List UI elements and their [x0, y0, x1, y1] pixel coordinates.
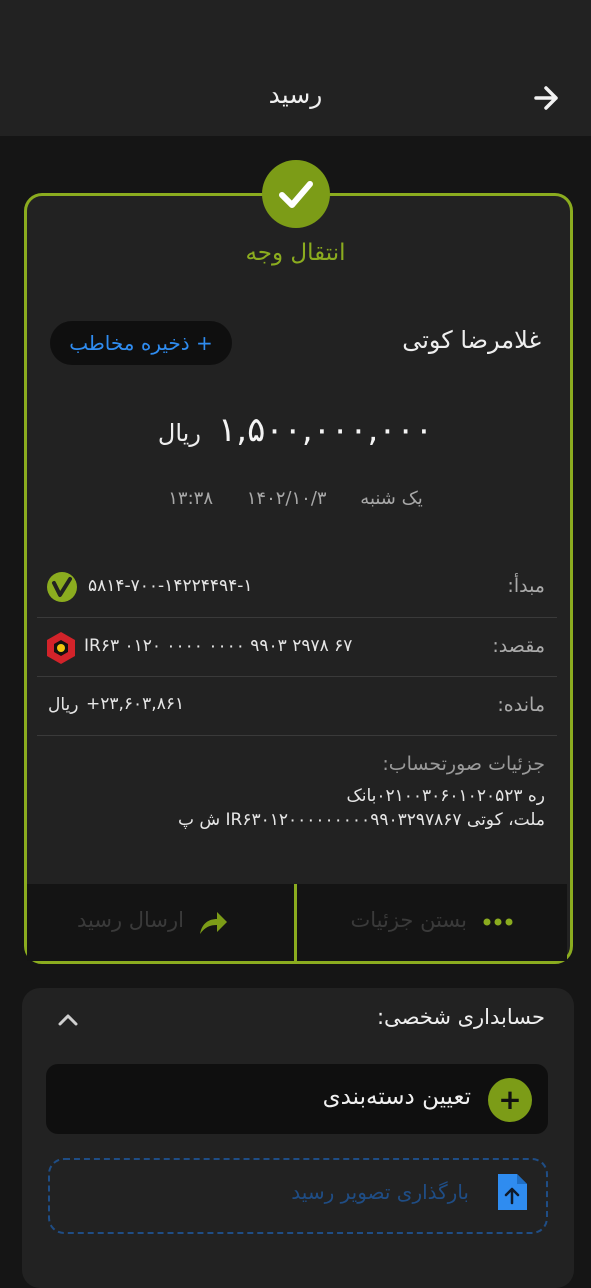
- chevron-up-icon[interactable]: [55, 1008, 81, 1030]
- day-of-week: یک شنبه: [360, 488, 423, 509]
- destination-label: مقصد:: [492, 635, 545, 657]
- amount-unit: ریال: [157, 419, 201, 447]
- source-label: مبدأ:: [507, 575, 545, 597]
- more-dots-icon: [483, 918, 513, 926]
- destination-bank-logo-icon: [47, 632, 75, 664]
- plus-icon: +: [488, 1078, 532, 1122]
- personal-accounting-title: حسابداری شخصی:: [376, 1005, 545, 1029]
- set-category-label: تعیین دسته‌بندی: [322, 1084, 471, 1110]
- source-bank-logo-icon: [47, 572, 77, 602]
- time: ۱۳:۳۸: [168, 488, 214, 509]
- page-title: رسید: [268, 80, 323, 109]
- divider: [37, 676, 557, 677]
- back-arrow-icon[interactable]: [528, 80, 564, 116]
- balance-value: +۲۳,۶۰۳,۸۶۱: [86, 694, 185, 714]
- contact-name: غلامرضا کوتی: [402, 326, 541, 354]
- destination-iban: IR۶۳ ۰۱۲۰ ۰۰۰۰ ۰۰۰۰ ۹۹۰۳ ۲۹۷۸ ۶۷: [84, 636, 353, 656]
- statement-details-line: ره ۰۲۱۰۰۳۰۶۰۱۰۲۰۵۲۳بانک: [346, 786, 545, 806]
- amount: ۱,۵۰۰,۰۰۰,۰۰۰ ریال: [0, 410, 591, 450]
- app-header: [0, 0, 591, 136]
- balance-label: مانده:: [497, 694, 545, 716]
- success-check-icon: [262, 160, 330, 228]
- amount-value: ۱,۵۰۰,۰۰۰,۰۰۰: [218, 410, 434, 450]
- set-category-button[interactable]: [46, 1064, 548, 1134]
- date-time: یک شنبه ۱۴۰۲/۱۰/۳ ۱۳:۳۸: [0, 488, 591, 509]
- file-upload-icon: [498, 1174, 527, 1210]
- transaction-type: انتقال وجه: [245, 240, 346, 266]
- balance-unit: ریال: [48, 695, 79, 715]
- date: ۱۴۰۲/۱۰/۳: [246, 488, 327, 509]
- upload-receipt-label: بارگذاری تصویر رسید: [291, 1180, 469, 1204]
- divider: [37, 617, 557, 618]
- send-receipt-button[interactable]: ارسال رسید: [27, 884, 294, 961]
- statement-details-line: ملت، کوتی IR۶۳۰۱۲۰۰۰۰۰۰۰۰۰۹۹۰۳۲۹۷۸۶۷ ش پ: [177, 810, 545, 830]
- send-receipt-label: ارسال رسید: [77, 908, 184, 932]
- divider: [37, 735, 557, 736]
- personal-accounting-panel: [22, 988, 574, 1288]
- close-details-label: بستن جزئیات: [350, 908, 468, 932]
- share-arrow-icon: [200, 912, 227, 934]
- save-contact-button[interactable]: + ذخیره مخاطب: [50, 321, 232, 365]
- statement-details: ره ۰۲۱۰۰۳۰۶۰۱۰۲۰۵۲۳بانک ملت، کوتی IR۶۳۰۱…: [145, 784, 545, 832]
- close-details-button[interactable]: بستن جزئیات: [296, 884, 567, 961]
- statement-details-label: جزئیات صورتحساب:: [382, 753, 545, 775]
- source-account: ۵۸۱۴-۷۰۰-۱۴۲۲۴۴۹۴-۱: [88, 576, 253, 596]
